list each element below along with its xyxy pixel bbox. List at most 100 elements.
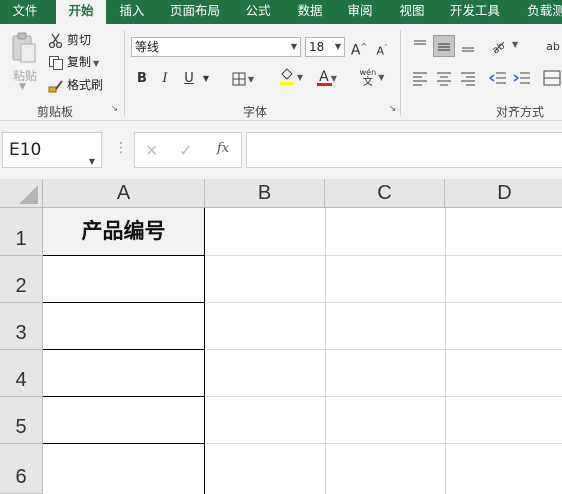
insert-function-icon[interactable]: fx [217,141,229,156]
copy-button[interactable]: 复制 ▼ [48,52,99,72]
ribbon-tab-bar: 文件 开始 插入 页面布局 公式 数据 审阅 视图 开发工具 负载测 [0,0,562,26]
font-color-button[interactable]: A ▼ [310,67,346,87]
cell-a1[interactable]: 产品编号 [43,208,205,256]
gridline [205,443,562,444]
align-middle-icon [438,43,450,51]
worksheet-grid: A B C D 1 2 3 4 5 6 产品编号 [0,179,562,494]
chevron-down-icon[interactable]: ▼ [291,38,297,56]
name-box[interactable]: E10 ▼ [2,132,102,168]
merge-cells-button[interactable] [542,68,562,88]
group-divider [124,30,125,116]
alignment-group-label: 对齐方式 [495,105,544,119]
cell-a3[interactable] [43,303,205,350]
phonetic-bottom-label: 文 [362,77,373,88]
dialog-launcher-icon[interactable]: ↘ [388,105,397,114]
ribbon-home: 粘贴 ▼ 剪切 复制 ▼ 格式刷 剪贴板 ↘ 等线 ▼ 18 ▼ A^ Aˇ B … [0,24,562,121]
gridline [205,396,562,397]
align-center-icon [437,72,451,86]
scissors-icon [48,33,64,49]
paste-icon[interactable] [10,32,38,64]
align-middle-button[interactable] [433,35,455,57]
dialog-launcher-icon[interactable]: ↘ [110,105,119,114]
select-all-icon [19,185,38,204]
font-group-label: 字体 [242,105,267,119]
align-left-button[interactable] [410,68,430,88]
text-orientation-icon: ab [491,40,508,56]
tab-insert[interactable]: 插入 [108,0,156,24]
cut-button[interactable]: 剪切 [48,30,91,50]
grow-font-icon: A [350,42,361,59]
row-header-2[interactable]: 2 [0,256,43,303]
cell-a6[interactable] [43,444,205,494]
align-bottom-button[interactable] [458,36,478,56]
decrease-font-size-button[interactable]: Aˇ [374,38,390,58]
name-box-value: E10 [9,140,42,160]
cancel-icon[interactable]: ✕ [145,141,158,160]
cell-a4[interactable] [43,350,205,397]
tab-data[interactable]: 数据 [288,0,332,24]
chevron-down-icon[interactable]: ▼ [19,82,26,92]
font-size-select[interactable]: 18 ▼ [305,37,345,57]
format-painter-button[interactable]: 格式刷 [48,75,103,95]
align-bottom-icon [462,47,474,52]
increase-font-size-button[interactable]: A^ [350,37,368,59]
underline-button[interactable]: U [180,69,198,89]
row-header-6[interactable]: 6 [0,444,43,494]
row-header-5[interactable]: 5 [0,397,43,444]
align-top-button[interactable] [410,36,430,56]
cell-a2[interactable] [43,256,205,303]
merge-cells-icon [543,70,561,86]
align-center-button[interactable] [434,68,454,88]
decrease-indent-icon [488,72,506,84]
font-size-value: 18 [309,40,325,54]
row-header-4[interactable]: 4 [0,350,43,397]
row-header-3[interactable]: 3 [0,303,43,350]
group-divider [400,30,401,116]
orientation-button[interactable]: ab ▼ [488,36,520,57]
formula-input[interactable] [246,132,562,168]
drag-handle-icon[interactable]: ⋮ [114,140,128,156]
tab-home[interactable]: 开始 [56,0,106,26]
chevron-down-icon[interactable]: ▼ [89,145,95,179]
row-header-1[interactable]: 1 [0,208,43,256]
select-all-button[interactable] [0,179,43,208]
cut-label: 剪切 [67,33,92,47]
gridline [205,302,562,303]
format-painter-label: 格式刷 [67,78,104,92]
column-header-b[interactable]: B [205,179,325,208]
cell-a5[interactable] [43,397,205,444]
bold-button[interactable]: B [133,69,151,89]
font-name-value: 等线 [135,40,160,54]
borders-icon [232,71,246,86]
fill-color-button[interactable]: ▼ [274,67,308,87]
formula-controls: ✕ ✓ fx [134,132,242,168]
decrease-indent-button[interactable] [488,68,508,88]
align-right-button[interactable] [458,68,478,88]
copy-icon [48,55,64,71]
tab-review[interactable]: 审阅 [338,0,382,24]
clipboard-group-label: 剪贴板 [36,105,73,119]
borders-button[interactable]: ▼ [226,69,260,89]
tab-formulas[interactable]: 公式 [236,0,280,24]
tab-file[interactable]: 文件 [0,0,50,24]
align-left-icon [413,72,427,86]
chevron-down-icon[interactable]: ▼ [335,38,341,56]
chevron-down-icon[interactable]: ▼ [93,59,99,68]
phonetic-guide-button[interactable]: wén 文 ▼ [356,68,388,88]
column-header-c[interactable]: C [325,179,445,208]
enter-icon[interactable]: ✓ [179,141,192,160]
increase-indent-button[interactable] [512,68,532,88]
align-right-icon [461,72,475,86]
tab-view[interactable]: 视图 [390,0,434,24]
column-header-d[interactable]: D [445,179,562,208]
tab-load-test[interactable]: 负载测 [518,0,562,24]
tab-page-layout[interactable]: 页面布局 [163,0,227,24]
format-painter-icon [48,78,64,94]
font-name-select[interactable]: 等线 ▼ [131,37,301,57]
wrap-text-button[interactable]: ab [544,37,562,57]
chevron-down-icon[interactable]: ▼ [200,69,212,89]
tab-developer[interactable]: 开发工具 [442,0,508,24]
column-header-a[interactable]: A [43,179,205,208]
italic-button[interactable]: I [156,69,174,89]
paint-bucket-icon [279,67,295,85]
